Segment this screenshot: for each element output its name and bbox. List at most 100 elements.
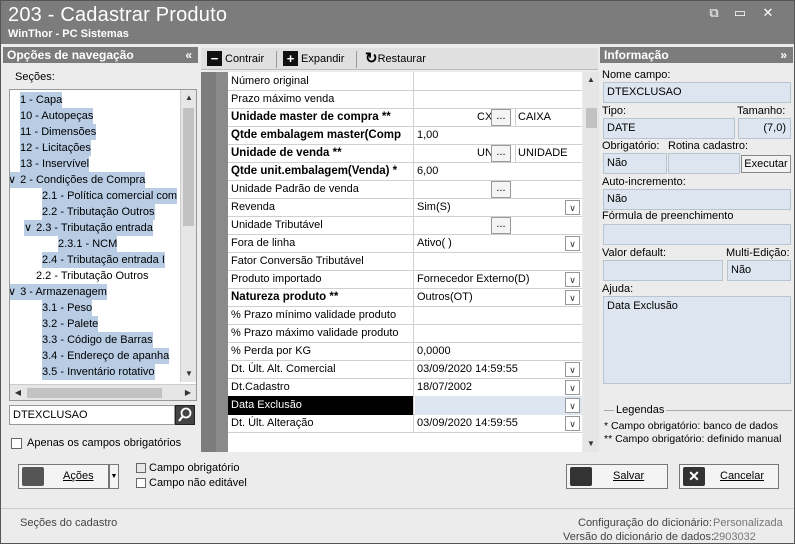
grid-row-value[interactable] xyxy=(415,72,582,91)
tree-item[interactable]: 3.5 - Inventário rotativo xyxy=(42,364,155,380)
grid-row-value[interactable]: 6,00 xyxy=(415,162,582,181)
tree-item[interactable]: 10 - Autopeças xyxy=(20,108,94,124)
scroll-left-icon[interactable]: ◀ xyxy=(10,385,26,400)
grid-row-value[interactable] xyxy=(415,306,582,325)
chevron-down-icon[interactable]: ∨ xyxy=(24,222,32,234)
tree-item[interactable]: 2.4 - Tributação entrada I xyxy=(42,252,165,268)
tree-vertical-scrollbar[interactable]: ▲ ▼ xyxy=(180,90,196,382)
grid-row-value[interactable]: UN... UNIDADE xyxy=(415,144,582,163)
chevron-down-icon[interactable]: ∨ xyxy=(565,272,580,287)
grid-row[interactable]: Dt. Últ. Alteração 03/09/2020 14:59:55 ∨ xyxy=(228,414,582,433)
field-search-input[interactable]: DTEXCLUSAO xyxy=(9,405,175,425)
grid-row[interactable]: % Perda por KG 0,0000 xyxy=(228,342,582,361)
collapse-button[interactable]: − Contrair xyxy=(207,51,264,68)
tree-item[interactable]: 1 - Capa xyxy=(20,92,63,108)
lookup-ellipsis-button[interactable]: ... xyxy=(491,145,511,162)
chevron-down-icon[interactable]: ∨ xyxy=(565,398,580,413)
tree-item[interactable]: ∨ 3 - Armazenagem xyxy=(10,284,107,300)
tree-scroll-thumb[interactable] xyxy=(183,108,194,226)
grid-row-value[interactable]: Outros(OT) ∨ xyxy=(415,288,582,307)
scroll-right-icon[interactable]: ▶ xyxy=(180,385,196,400)
tree-item[interactable]: ∨ 2.3 - Tributação entrada xyxy=(24,220,153,236)
grid-row-value[interactable]: ... xyxy=(415,180,582,199)
tree-item[interactable]: 11 - Dimensões xyxy=(20,124,97,140)
scroll-down-icon[interactable]: ▼ xyxy=(583,436,599,452)
grid-row[interactable]: Data Exclusão ∨ xyxy=(228,396,582,415)
grid-row-value[interactable]: 0,0000 xyxy=(415,342,582,361)
grid-row-value[interactable]: Sim(S) ∨ xyxy=(415,198,582,217)
grid-row[interactable]: Produto importado Fornecedor Externo(D) ∨ xyxy=(228,270,582,289)
grid-row-value[interactable]: 18/07/2002 ∨ xyxy=(415,378,582,397)
tree-item[interactable]: 3.4 - Endereço de apanha xyxy=(42,348,170,364)
grid-row[interactable]: % Prazo mínimo validade produto xyxy=(228,306,582,325)
cancel-button[interactable]: ✕ Cancelar xyxy=(679,464,779,489)
grid-row-value[interactable]: 1,00 xyxy=(415,126,582,145)
grid-row[interactable]: Fator Conversão Tributável xyxy=(228,252,582,271)
grid-row-value[interactable]: Ativo( ) ∨ xyxy=(415,234,582,253)
chevron-down-icon[interactable]: ∨ xyxy=(565,362,580,377)
restore-icon[interactable]: ⧉ xyxy=(706,5,722,21)
grid-row[interactable]: Revenda Sim(S) ∨ xyxy=(228,198,582,217)
actions-button[interactable]: Ações xyxy=(18,464,109,489)
sections-tree[interactable]: 1 - Capa 10 - Autopeças 11 - Dimensões 12 -… xyxy=(9,89,197,401)
grid-row[interactable]: % Prazo máximo validade produto xyxy=(228,324,582,343)
tree-item[interactable]: 13 - Inservível xyxy=(20,156,90,172)
execute-button[interactable]: Executar xyxy=(741,155,791,173)
scroll-up-icon[interactable]: ▲ xyxy=(181,90,196,106)
restore-button[interactable]: ↻Restaurar xyxy=(365,51,426,68)
chevron-down-icon[interactable]: ∨ xyxy=(10,174,16,186)
tree-item[interactable]: 2.3.1 - NCM xyxy=(58,236,118,252)
grid-row-value[interactable]: ... xyxy=(415,216,582,235)
chevron-down-icon[interactable]: ∨ xyxy=(565,290,580,305)
lookup-ellipsis-button[interactable]: ... xyxy=(491,181,511,198)
tree-item[interactable]: ∨ 2 - Condições de Compra xyxy=(10,172,146,188)
scroll-down-icon[interactable]: ▼ xyxy=(181,366,196,382)
grid-row[interactable]: Número original xyxy=(228,72,582,91)
tree-item[interactable]: 2.2 - Tributação Outros xyxy=(42,204,155,220)
scroll-up-icon[interactable]: ▲ xyxy=(583,72,599,88)
grid-row-value[interactable]: ∨ xyxy=(415,396,582,415)
grid-vertical-scrollbar[interactable]: ▲ ▼ xyxy=(583,72,599,452)
grid-row-value[interactable]: 03/09/2020 14:59:55 ∨ xyxy=(415,414,582,433)
grid-row[interactable]: Prazo máximo venda xyxy=(228,90,582,109)
property-grid[interactable]: Número original Prazo máximo venda Unidade… xyxy=(201,72,582,452)
search-button[interactable] xyxy=(175,405,195,425)
collapse-nav-icon[interactable]: « xyxy=(185,47,192,63)
chevron-down-icon[interactable]: ∨ xyxy=(565,200,580,215)
grid-row[interactable]: Unidade Tributável... xyxy=(228,216,582,235)
grid-row[interactable]: Fora de linha Ativo( ) ∨ xyxy=(228,234,582,253)
tree-hscroll-thumb[interactable] xyxy=(27,388,162,398)
tree-item[interactable]: 2.2 - Tributação Outros xyxy=(36,268,149,284)
grid-row[interactable]: Unidade de venda ** UN... UNIDADE xyxy=(228,144,582,163)
grid-scroll-thumb[interactable] xyxy=(586,108,597,128)
tree-item[interactable]: 3.3 - Código de Barras xyxy=(42,332,153,348)
tree-item[interactable]: 2.1 - Política comercial com xyxy=(42,188,178,204)
actions-dropdown-icon[interactable]: ▼ xyxy=(109,464,119,489)
grid-row[interactable]: Dt.Cadastro 18/07/2002 ∨ xyxy=(228,378,582,397)
close-icon[interactable]: ✕ xyxy=(760,5,776,21)
chevron-down-icon[interactable]: ∨ xyxy=(565,416,580,431)
only-required-checkbox[interactable] xyxy=(11,438,22,449)
grid-row[interactable]: Qtde embalagem master(Comp 1,00 xyxy=(228,126,582,145)
lookup-ellipsis-button[interactable]: ... xyxy=(491,109,511,126)
save-button[interactable]: Salvar xyxy=(566,464,668,489)
grid-row-value[interactable] xyxy=(415,90,582,109)
tree-item[interactable]: 12 - Licitações xyxy=(20,140,91,156)
chevron-down-icon[interactable]: ∨ xyxy=(565,380,580,395)
grid-row[interactable]: Unidade master de compra ** CX... CAIXA xyxy=(228,108,582,127)
expand-button[interactable]: + Expandir xyxy=(283,51,344,68)
tree-horizontal-scrollbar[interactable]: ◀ ▶ xyxy=(10,384,196,400)
grid-row-value[interactable] xyxy=(415,252,582,271)
lookup-ellipsis-button[interactable]: ... xyxy=(491,217,511,234)
grid-row[interactable]: Qtde unit.embalagem(Venda) * 6,00 xyxy=(228,162,582,181)
tree-item[interactable]: 3.1 - Peso xyxy=(42,300,93,316)
grid-row[interactable]: Natureza produto ** Outros(OT) ∨ xyxy=(228,288,582,307)
grid-row[interactable]: Dt. Últ. Alt. Comercial 03/09/2020 14:59:… xyxy=(228,360,582,379)
grid-row-value[interactable]: 03/09/2020 14:59:55 ∨ xyxy=(415,360,582,379)
chevron-down-icon[interactable]: ∨ xyxy=(565,236,580,251)
grid-row-value[interactable]: Fornecedor Externo(D) ∨ xyxy=(415,270,582,289)
grid-row-value[interactable] xyxy=(415,324,582,343)
grid-row-value[interactable]: CX... CAIXA xyxy=(415,108,582,127)
expand-info-icon[interactable]: » xyxy=(780,47,787,63)
grid-row[interactable]: Unidade Padrão de venda... xyxy=(228,180,582,199)
